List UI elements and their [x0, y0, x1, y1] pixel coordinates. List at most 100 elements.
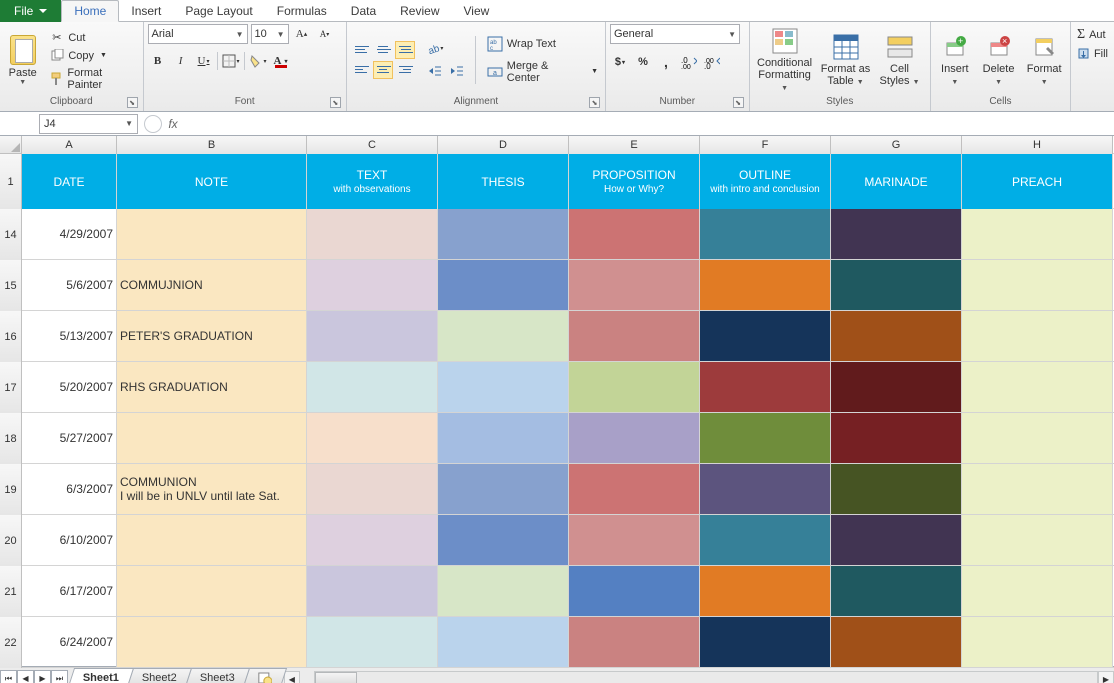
cell[interactable] — [962, 515, 1113, 565]
formula-input[interactable] — [184, 114, 1114, 134]
cell[interactable]: 5/6/2007 — [22, 260, 117, 310]
cell[interactable] — [700, 260, 831, 310]
align-left-button[interactable] — [351, 61, 371, 79]
cell[interactable]: 6/3/2007 — [22, 464, 117, 514]
cell[interactable] — [569, 617, 700, 667]
column-header-F[interactable]: F — [700, 136, 831, 154]
row-header[interactable]: 18 — [0, 413, 22, 464]
cell[interactable] — [700, 362, 831, 412]
cell[interactable] — [438, 209, 569, 259]
name-box[interactable]: J4▼ — [39, 114, 138, 134]
row-header[interactable]: 22 — [0, 617, 22, 668]
cell[interactable] — [962, 362, 1113, 412]
cell[interactable] — [700, 464, 831, 514]
header-cell[interactable]: NOTE — [117, 154, 307, 209]
cell[interactable]: COMMUNION I will be in UNLV until late S… — [117, 464, 307, 514]
cell[interactable] — [307, 362, 438, 412]
row-header[interactable]: 15 — [0, 260, 22, 311]
borders-button[interactable]: ▾ — [221, 51, 241, 71]
header-cell[interactable]: TEXTwith observations — [307, 154, 438, 209]
column-header-G[interactable]: G — [831, 136, 962, 154]
cut-button[interactable]: ✂Cut — [45, 30, 138, 46]
italic-button[interactable]: I — [171, 51, 191, 71]
cell[interactable] — [117, 617, 307, 667]
cell[interactable] — [438, 362, 569, 412]
header-cell[interactable]: DATE — [22, 154, 117, 209]
currency-button[interactable]: $▾ — [610, 52, 630, 72]
row-header[interactable]: 17 — [0, 362, 22, 413]
cell[interactable] — [117, 515, 307, 565]
cell[interactable] — [831, 464, 962, 514]
cell[interactable] — [831, 617, 962, 667]
cell[interactable] — [117, 566, 307, 616]
tab-page-layout[interactable]: Page Layout — [173, 1, 264, 21]
column-header-H[interactable]: H — [962, 136, 1113, 154]
cell[interactable] — [700, 515, 831, 565]
column-header-C[interactable]: C — [307, 136, 438, 154]
tab-review[interactable]: Review — [388, 1, 451, 21]
header-cell[interactable]: PROPOSITIONHow or Why? — [569, 154, 700, 209]
row-header[interactable]: 14 — [0, 209, 22, 260]
conditional-formatting-button[interactable]: Conditional Formatting ▼ — [754, 24, 816, 95]
cell[interactable]: COMMUJNION — [117, 260, 307, 310]
fill-color-button[interactable]: ▾ — [248, 51, 268, 71]
font-name-combo[interactable]: Arial▼ — [148, 24, 248, 44]
delete-cells-button[interactable]: ×Delete▼ — [979, 30, 1019, 89]
align-bottom-button[interactable] — [395, 41, 415, 59]
row-header-1[interactable]: 1 — [0, 154, 22, 209]
sheet-tab[interactable]: Sheet2 — [127, 668, 192, 683]
cell[interactable]: PETER'S GRADUATION — [117, 311, 307, 361]
dialog-launcher-icon[interactable]: ⬊ — [330, 97, 341, 108]
cell[interactable]: 5/20/2007 — [22, 362, 117, 412]
cell[interactable] — [438, 464, 569, 514]
cell-styles-button[interactable]: Cell Styles ▼ — [876, 30, 924, 89]
prev-sheet-button[interactable]: ◀ — [17, 670, 34, 683]
number-format-combo[interactable]: General▼ — [610, 24, 740, 44]
bold-button[interactable]: B — [148, 51, 168, 71]
cell[interactable]: 5/13/2007 — [22, 311, 117, 361]
percent-button[interactable]: % — [633, 52, 653, 72]
cell[interactable] — [569, 209, 700, 259]
cell[interactable] — [700, 617, 831, 667]
increase-indent-button[interactable] — [447, 61, 467, 81]
cell[interactable] — [307, 209, 438, 259]
header-cell[interactable]: PREACH — [962, 154, 1113, 209]
header-cell[interactable]: THESIS — [438, 154, 569, 209]
hscroll-thumb[interactable] — [315, 672, 357, 683]
comma-button[interactable]: , — [656, 52, 676, 72]
cell[interactable] — [569, 566, 700, 616]
underline-button[interactable]: U▾ — [194, 51, 214, 71]
cell[interactable] — [569, 413, 700, 463]
shrink-font-button[interactable]: A▾ — [315, 24, 335, 44]
cell[interactable] — [962, 617, 1113, 667]
cell[interactable] — [962, 209, 1113, 259]
tab-formulas[interactable]: Formulas — [265, 1, 339, 21]
cell[interactable] — [438, 515, 569, 565]
cell[interactable] — [831, 515, 962, 565]
cell[interactable] — [700, 413, 831, 463]
format-cells-button[interactable]: Format▼ — [1022, 30, 1066, 89]
cell[interactable] — [831, 362, 962, 412]
cell[interactable] — [438, 617, 569, 667]
decrease-decimal-button[interactable]: .00.0 — [702, 52, 722, 72]
font-size-combo[interactable]: 10▼ — [251, 24, 289, 44]
cell[interactable] — [569, 311, 700, 361]
align-middle-button[interactable] — [373, 41, 393, 59]
align-right-button[interactable] — [395, 61, 415, 79]
row-header[interactable]: 19 — [0, 464, 22, 515]
header-cell[interactable]: OUTLINEwith intro and conclusion — [700, 154, 831, 209]
tab-home[interactable]: Home — [61, 0, 119, 22]
tab-view[interactable]: View — [452, 1, 502, 21]
tab-data[interactable]: Data — [339, 1, 388, 21]
cell[interactable]: RHS GRADUATION — [117, 362, 307, 412]
cell[interactable] — [831, 566, 962, 616]
file-tab[interactable]: File — [0, 0, 61, 22]
merge-center-button[interactable]: aMerge & Center▼ — [484, 59, 601, 85]
cell[interactable] — [700, 311, 831, 361]
next-sheet-button[interactable]: ▶ — [34, 670, 51, 683]
new-sheet-button[interactable] — [243, 668, 287, 683]
grow-font-button[interactable]: A▴ — [292, 24, 312, 44]
increase-decimal-button[interactable]: .0.00 — [679, 52, 699, 72]
fx-icon[interactable]: fx — [162, 117, 184, 131]
cell[interactable] — [438, 566, 569, 616]
